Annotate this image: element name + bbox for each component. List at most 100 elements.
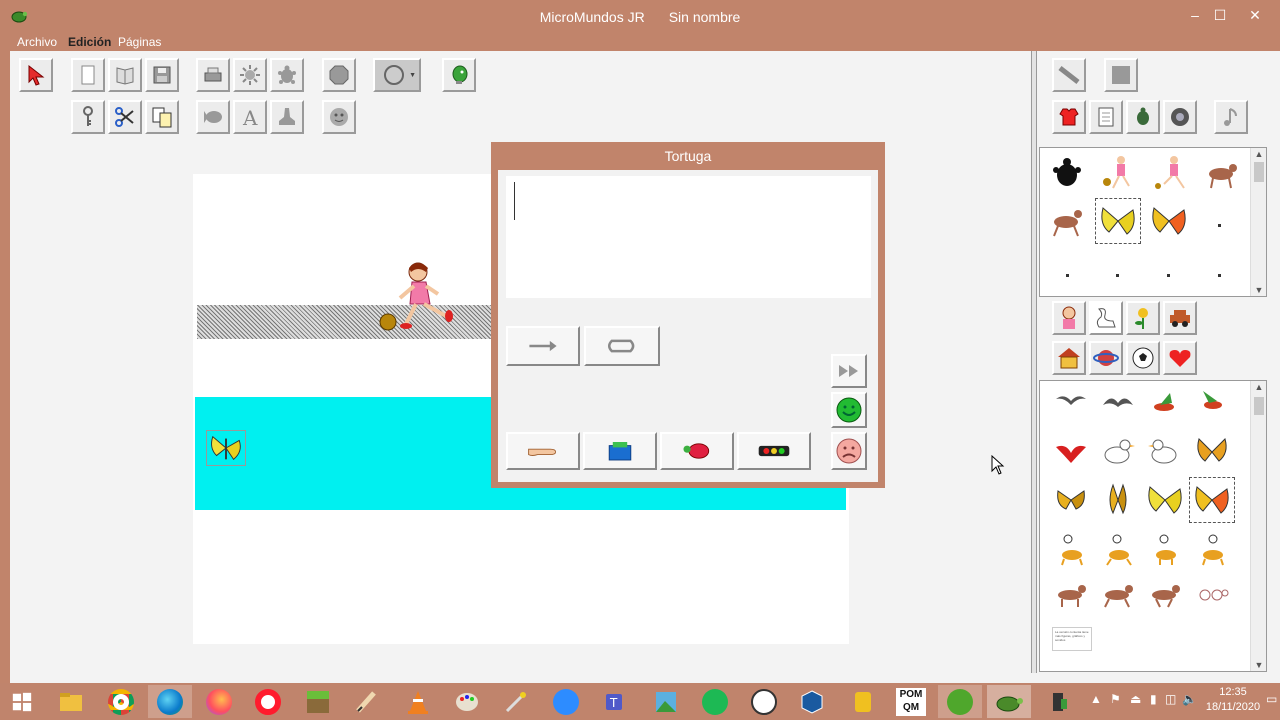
taskbar-zoom[interactable] [544,685,588,718]
shape-butterfly-orange[interactable] [1146,198,1192,244]
taskbar-chrome[interactable] [99,685,143,718]
select-arrow-tool[interactable] [19,58,53,92]
empty-shape-slot[interactable] [1218,274,1221,277]
shape-selector-dropdown[interactable]: ▼ [373,58,421,92]
taskbar-spotify[interactable] [693,685,737,718]
copy-paste-tool[interactable] [145,100,179,134]
sad-face-button[interactable] [831,432,867,470]
taskbar-tool-app[interactable] [494,685,538,718]
category-space[interactable] [1089,341,1123,375]
taskbar-paint[interactable] [445,685,489,718]
costumes-tab[interactable] [1052,100,1086,134]
library-horse-rider-3[interactable] [1142,525,1188,571]
scroll-up-icon[interactable]: ▲ [1251,382,1267,392]
start-button[interactable] [0,685,44,718]
library-bird-1[interactable] [1048,381,1094,427]
minimize-button[interactable]: – [1182,6,1208,26]
scroll-down-icon[interactable]: ▼ [1251,660,1267,670]
tray-usb-icon[interactable]: ⏏ [1130,692,1141,706]
library-cat-2[interactable] [1095,571,1141,617]
shape-turtle[interactable] [1044,150,1090,196]
taskbar-vlc[interactable] [396,685,440,718]
stop-tool[interactable] [322,58,356,92]
run-once-button[interactable] [506,326,580,366]
turtle-action-tab[interactable] [660,432,734,470]
program-editor[interactable] [506,176,871,298]
library-white-bird-1[interactable] [1095,429,1141,475]
scroll-thumb[interactable] [1254,397,1264,415]
taskbar-firefox[interactable] [197,685,241,718]
rectangle-tool[interactable] [1104,58,1138,92]
tray-network-icon[interactable]: ◫ [1165,692,1176,706]
taskbar-tools-app[interactable] [1036,685,1080,718]
library-cat-3[interactable] [1142,571,1188,617]
category-people[interactable] [1052,301,1086,335]
library-hummingbird-2[interactable] [1189,381,1235,427]
scroll-down-icon[interactable]: ▼ [1251,285,1267,295]
menu-archivo[interactable]: Archivo [17,35,57,49]
library-butterfly-yellow[interactable] [1142,477,1188,523]
library-butterfly-1[interactable] [1189,429,1235,475]
menu-paginas[interactable]: Páginas [118,35,161,49]
shape-girl-ball-1[interactable] [1095,150,1141,196]
taskbar-image-app[interactable] [644,685,688,718]
library-hummingbird-1[interactable] [1142,381,1188,427]
taskbar-file-explorer[interactable] [49,685,93,718]
maximize-button[interactable]: ☐ [1207,6,1233,26]
tray-volume-icon[interactable]: 🔈 [1182,692,1197,706]
scissors-tool[interactable] [108,100,142,134]
taskbar-virtualbox[interactable] [790,685,834,718]
taskbar-edge[interactable] [148,685,192,718]
fish-tool[interactable] [196,100,230,134]
category-sports[interactable] [1126,341,1160,375]
fast-forward-button[interactable] [831,354,867,388]
shape-cat-2[interactable] [1044,198,1090,244]
library-horse-rider-4[interactable] [1189,525,1235,571]
run-forever-button[interactable] [584,326,660,366]
empty-shape-slot[interactable] [1218,224,1221,227]
library-bird-2[interactable] [1095,381,1141,427]
menu-edicion[interactable]: Edición [68,35,111,49]
library-butterfly-orange[interactable] [1189,477,1235,523]
category-buildings[interactable] [1052,341,1086,375]
butterfly-sprite[interactable] [206,430,246,466]
library-scrollbar[interactable]: ▲ ▼ [1250,381,1266,671]
library-red-bird[interactable] [1048,429,1094,475]
hand-instruction-tab[interactable] [506,432,580,470]
category-plants[interactable] [1126,301,1160,335]
paint-burst-tool[interactable] [233,58,267,92]
text-tool[interactable]: A [233,100,267,134]
shape-girl-ball-2[interactable] [1148,150,1194,196]
notes-tab[interactable] [1089,100,1123,134]
scroll-thumb[interactable] [1254,162,1264,182]
shapes-scrollbar[interactable]: ▲ ▼ [1250,148,1266,296]
scroll-up-icon[interactable]: ▲ [1251,149,1267,159]
library-butterfly-3[interactable] [1095,477,1141,523]
stamp-tool[interactable] [270,100,304,134]
category-symbols[interactable] [1163,341,1197,375]
shape-butterfly-yellow[interactable] [1095,198,1141,244]
turtles-tab[interactable] [1126,100,1160,134]
taskbar-clock[interactable]: 12:35 18/11/2020 [1203,685,1263,715]
category-vehicles[interactable] [1163,301,1197,335]
tray-flag-icon[interactable]: ⚑ [1110,692,1121,706]
taskbar-micromundos[interactable] [987,685,1031,718]
narrator-tool[interactable] [442,58,476,92]
taskbar-utorrent[interactable] [938,685,982,718]
library-white-bird-2[interactable] [1142,429,1188,475]
empty-shape-slot[interactable] [1116,274,1119,277]
key-tool[interactable] [71,100,105,134]
shape-cat-1[interactable] [1197,150,1243,196]
sound-face-tool[interactable] [322,100,356,134]
print-tool[interactable] [196,58,230,92]
girl-with-ball-sprite[interactable] [376,258,460,336]
new-page-tool[interactable] [71,58,105,92]
taskbar-pomqm[interactable]: POM QM [889,685,933,718]
panel-splitter[interactable] [1031,51,1037,673]
library-horse-rider-1[interactable] [1048,525,1094,571]
empty-shape-slot[interactable] [1167,274,1170,277]
open-book-tool[interactable] [108,58,142,92]
traffic-light-tab[interactable] [737,432,811,470]
paint-instruction-tab[interactable] [583,432,657,470]
taskbar-teams[interactable]: T [594,685,638,718]
